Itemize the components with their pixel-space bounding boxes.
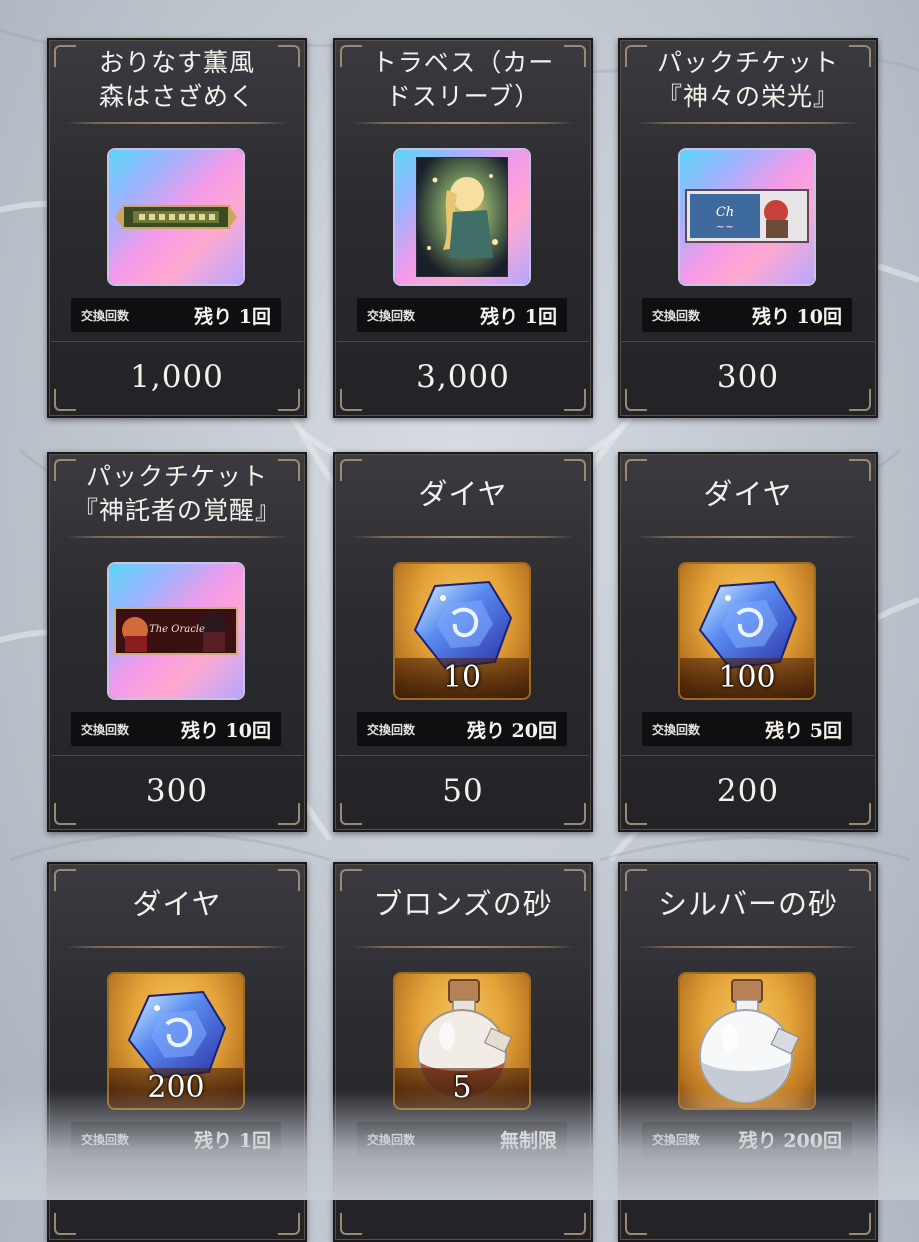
title-divider (636, 536, 860, 538)
item-title-line: ダイヤ (132, 887, 222, 921)
title-divider (351, 122, 575, 124)
remaining-count: 残り 10回 (180, 719, 271, 742)
exchange-count-label: 交換回数 (652, 1132, 701, 1147)
pack-ticket-icon: Ch ~~ (680, 150, 814, 284)
exchange-item-card[interactable]: シルバーの砂 交換回数 残り 200回 (618, 862, 878, 1242)
item-price (49, 1166, 305, 1236)
remaining-count: 残り 1回 (480, 305, 557, 328)
exchange-count-label: 交換回数 (367, 722, 416, 737)
item-quantity: 5 (452, 1070, 472, 1105)
remaining-count: 残り 20回 (466, 719, 557, 742)
item-price (335, 1166, 591, 1236)
item-title-line: ダイヤ (703, 477, 793, 511)
remaining-count: 残り 200回 (738, 1129, 842, 1152)
silver-sand-bottle-icon (680, 974, 814, 1108)
item-price (620, 1166, 876, 1236)
remaining-count: 残り 10回 (751, 305, 842, 328)
exchange-count-label: 交換回数 (652, 722, 701, 737)
item-price: 1,000 (130, 359, 224, 395)
item-image (680, 974, 814, 1108)
exchange-count-row: 交換回数 残り 1回 (357, 298, 567, 332)
exchange-count-row: 交換回数 残り 10回 (71, 712, 281, 746)
item-title: パックチケット 『神々の栄光』 (620, 40, 876, 120)
item-title-line: パックチケット (656, 48, 839, 77)
item-title: ダイヤ (620, 454, 876, 534)
item-price: 300 (716, 359, 780, 395)
exchange-item-card[interactable]: ダイヤ 200 交換回数 残り 1回 (47, 862, 307, 1242)
exchange-count-label: 交換回数 (367, 1132, 416, 1147)
item-image: The Oracle (109, 564, 243, 698)
item-image (109, 150, 243, 284)
svg-text:~~: ~~ (716, 220, 734, 233)
exchange-count-row: 交換回数 残り 200回 (642, 1122, 852, 1156)
remaining-count: 無制限 (499, 1129, 557, 1152)
item-price: 50 (442, 773, 484, 809)
title-divider (636, 122, 860, 124)
svg-text:Ch: Ch (716, 205, 734, 220)
item-title-line: ダイヤ (418, 477, 508, 511)
exchange-item-card[interactable]: おりなす薫風 森はさざめく 交換回数 残り 1回 1,000 (47, 38, 307, 418)
title-divider (351, 946, 575, 948)
exchange-item-card[interactable]: ダイヤ 10 交換回数 残り 20回 50 (333, 452, 593, 832)
item-image: 10 (395, 564, 529, 698)
exchange-item-card[interactable]: ダイヤ 100 交換回数 残り 5回 200 (618, 452, 878, 832)
item-price: 300 (145, 773, 209, 809)
exchange-count-label: 交換回数 (652, 308, 701, 323)
exchange-count-label: 交換回数 (367, 308, 416, 323)
item-title-line: おりなす薫風 (98, 48, 255, 77)
item-title-line: トラベス（カー (371, 48, 555, 77)
item-art-text: The Oracle (149, 624, 205, 635)
title-divider (65, 536, 289, 538)
item-quantity: 200 (147, 1070, 205, 1105)
exchange-count-row: 交換回数 残り 1回 (71, 298, 281, 332)
remaining-count: 残り 1回 (194, 305, 271, 328)
sleeve-banner-icon (109, 150, 243, 284)
exchange-item-card[interactable]: パックチケット 『神々の栄光』 Ch ~~ 交換回数 残り 10回 300 (618, 38, 878, 418)
item-image: 5 (395, 974, 529, 1108)
exchange-count-label: 交換回数 (81, 1132, 130, 1147)
title-divider (636, 946, 860, 948)
title-divider (65, 946, 289, 948)
item-title: おりなす薫風 森はさざめく (49, 40, 305, 120)
item-image: 100 (680, 564, 814, 698)
exchange-count-row: 交換回数 残り 5回 (642, 712, 852, 746)
exchange-item-card[interactable]: ブロンズの砂 5 交換回数 無制限 (333, 862, 593, 1242)
item-title: ダイヤ (335, 454, 591, 534)
item-title-line: ドスリーブ） (385, 82, 541, 111)
exchange-count-row: 交換回数 残り 10回 (642, 298, 852, 332)
item-title: ダイヤ (49, 864, 305, 944)
item-quantity: 10 (442, 660, 482, 695)
item-title-line: 『神託者の覚醒』 (72, 496, 281, 525)
item-price: 200 (716, 773, 780, 809)
exchange-item-card[interactable]: トラベス（カー ドスリーブ） 交換回数 残り 1回 3,000 (333, 38, 593, 418)
item-quantity: 100 (718, 660, 776, 695)
item-image: 200 (109, 974, 243, 1108)
title-divider (65, 122, 289, 124)
item-image: Ch ~~ (680, 150, 814, 284)
exchange-item-card[interactable]: パックチケット 『神託者の覚醒』 The Oracle 交換回数 残り 10回 300 (47, 452, 307, 832)
item-title: パックチケット 『神託者の覚醒』 (49, 454, 305, 534)
card-sleeve-portrait-icon (395, 150, 529, 284)
remaining-count: 残り 1回 (194, 1129, 271, 1152)
item-title-line: パックチケット (85, 462, 268, 491)
item-image (395, 150, 529, 284)
exchange-count-label: 交換回数 (81, 308, 130, 323)
item-title-line: ブロンズの砂 (373, 887, 553, 921)
item-price: 3,000 (416, 359, 510, 395)
item-title-line: 森はさざめく (98, 82, 255, 111)
item-title: トラベス（カー ドスリーブ） (335, 40, 591, 120)
exchange-count-row: 交換回数 無制限 (357, 1122, 567, 1156)
item-title-line: 『神々の栄光』 (656, 82, 839, 111)
remaining-count: 残り 5回 (765, 719, 842, 742)
item-title: ブロンズの砂 (335, 864, 591, 944)
title-divider (351, 536, 575, 538)
item-title-line: シルバーの砂 (657, 887, 838, 921)
item-title: シルバーの砂 (620, 864, 876, 944)
exchange-count-label: 交換回数 (81, 722, 130, 737)
exchange-count-row: 交換回数 残り 20回 (357, 712, 567, 746)
exchange-count-row: 交換回数 残り 1回 (71, 1122, 281, 1156)
